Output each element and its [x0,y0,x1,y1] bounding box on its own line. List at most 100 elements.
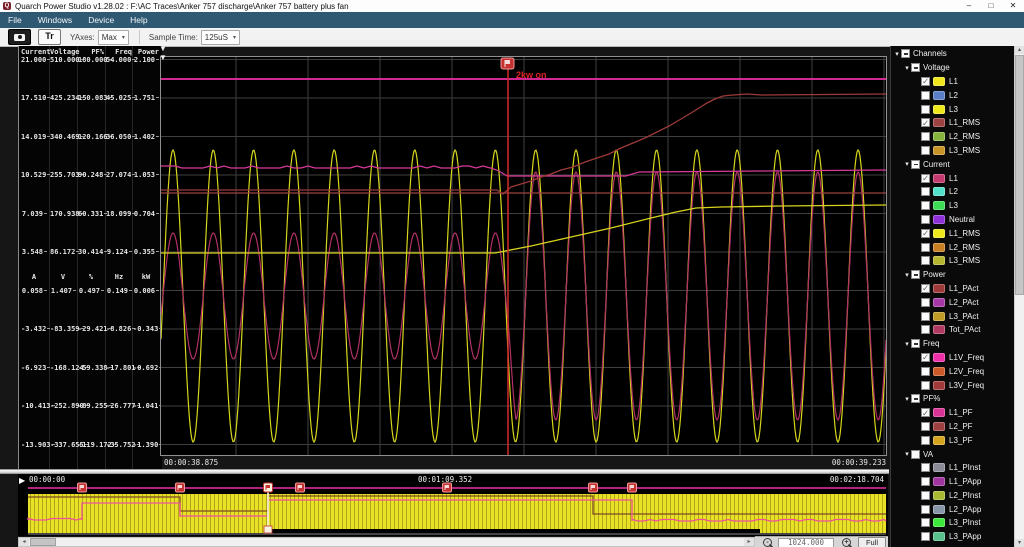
channel-item-pf-l1-pf[interactable]: L1_PF [891,406,1015,420]
channel-checkbox[interactable] [921,242,930,252]
channel-checkbox[interactable] [921,325,930,335]
channel-checkbox[interactable] [921,408,930,419]
overview-marker-flag[interactable] [627,482,637,493]
y-pan-arrow-icon[interactable]: ▼ [159,54,167,62]
channel-item-current-l2[interactable]: L2 [891,185,1015,199]
channel-color-swatch[interactable] [933,352,945,362]
channel-color-swatch[interactable] [933,104,945,114]
close-button[interactable]: ✕ [1002,0,1024,12]
channel-checkbox[interactable] [921,145,930,155]
expand-arrow-icon[interactable]: ▾ [893,50,901,58]
channel-checkbox[interactable] [921,435,930,445]
overview-marker-flag[interactable] [175,482,185,493]
menu-file[interactable]: File [0,12,30,28]
zoom-out-icon[interactable]: - [763,538,772,547]
overview-marker-flag[interactable] [588,482,598,493]
channel-color-swatch[interactable] [933,283,945,293]
channel-checkbox[interactable] [921,76,930,87]
channel-item-voltage-l3[interactable]: L3 [891,102,1015,116]
channel-color-swatch[interactable] [933,214,945,224]
channel-color-swatch[interactable] [933,504,945,514]
channel-checkbox[interactable] [921,118,930,129]
channel-checkbox[interactable] [921,228,930,239]
channel-item-power-l2-pact[interactable]: L2_PAct [891,295,1015,309]
scroll-right-icon[interactable]: ▸ [744,538,754,546]
expand-arrow-icon[interactable]: ▾ [903,450,911,458]
channel-checkbox[interactable] [921,297,930,307]
channel-item-current-l1-rms[interactable]: L1_RMS [891,226,1015,240]
channel-color-swatch[interactable] [933,118,945,128]
channel-item-freq-l2v-freq[interactable]: L2V_Freq [891,364,1015,378]
channel-checkbox[interactable] [921,463,930,473]
channel-item-current-l3-rms[interactable]: L3_RMS [891,254,1015,268]
channel-item-voltage-l3-rms[interactable]: L3_RMS [891,144,1015,158]
channel-group-current[interactable]: ▾ Current [891,157,1015,171]
group-checkbox[interactable] [911,394,920,404]
channel-item-va-l3-papp[interactable]: L3_PApp [891,530,1015,544]
group-checkbox[interactable] [911,339,920,349]
channel-color-swatch[interactable] [933,408,945,418]
channel-item-current-neutral[interactable]: Neutral [891,213,1015,227]
full-view-button[interactable]: Full [858,537,886,547]
overview-marker-flag[interactable] [442,482,452,493]
channel-item-voltage-l2-rms[interactable]: L2_RMS [891,130,1015,144]
channel-item-voltage-l2[interactable]: L2 [891,88,1015,102]
channel-group-channels[interactable]: ▾ Channels [891,47,1015,61]
channel-item-freq-l1v-freq[interactable]: L1V_Freq [891,351,1015,365]
channel-color-swatch[interactable] [933,145,945,155]
channel-color-swatch[interactable] [933,228,945,238]
minimize-button[interactable]: – [958,0,980,12]
channel-item-power-l3-pact[interactable]: L3_PAct [891,309,1015,323]
channel-checkbox[interactable] [921,214,930,224]
channel-group-pf[interactable]: ▾ PF% [891,392,1015,406]
group-checkbox[interactable] [911,449,920,459]
channel-color-swatch[interactable] [933,463,945,473]
menu-device[interactable]: Device [80,12,122,28]
channel-item-current-l1[interactable]: L1 [891,171,1015,185]
channel-checkbox[interactable] [921,90,930,100]
scrollbar-thumb[interactable] [1015,55,1024,295]
channel-color-swatch[interactable] [933,132,945,142]
channel-checkbox[interactable] [921,256,930,266]
channel-item-voltage-l1[interactable]: L1 [891,75,1015,89]
channel-checkbox[interactable] [921,187,930,197]
horizontal-scrollbar[interactable]: ◂ ▸ [18,537,755,547]
channel-checkbox[interactable] [921,380,930,390]
yaxes-dropdown[interactable]: Max ▾ [97,29,129,45]
channel-color-swatch[interactable] [933,477,945,487]
zoom-in-icon[interactable]: + [842,538,851,547]
expand-arrow-icon[interactable]: ▾ [903,395,911,403]
channel-checkbox[interactable] [921,173,930,184]
channel-group-voltage[interactable]: ▾ Voltage [891,61,1015,75]
zoom-level-field[interactable]: 1024.000 [778,537,834,547]
overview-marker-flag[interactable] [295,482,305,493]
group-checkbox[interactable] [911,159,920,169]
channel-item-power-tot-pact[interactable]: Tot_PAct [891,323,1015,337]
channel-group-va[interactable]: ▾ VA [891,447,1015,461]
expand-arrow-icon[interactable]: ▾ [903,64,911,72]
channel-item-pf-l3-pf[interactable]: L3_PF [891,433,1015,447]
channel-color-swatch[interactable] [933,380,945,390]
marker-flag-icon[interactable] [500,57,515,70]
waveform-plot[interactable]: 2kw on [160,56,887,456]
expand-arrow-icon[interactable]: ▾ [903,340,911,348]
channel-checkbox[interactable] [921,311,930,321]
group-checkbox[interactable] [901,49,910,59]
group-checkbox[interactable] [911,63,920,73]
trigger-button[interactable]: Tr [38,29,61,45]
channel-color-swatch[interactable] [933,256,945,266]
channel-color-swatch[interactable] [933,490,945,500]
scrollbar-thumb[interactable] [30,538,56,546]
channel-group-power[interactable]: ▾ Power [891,268,1015,282]
channel-checkbox[interactable] [921,532,930,542]
scroll-left-icon[interactable]: ◂ [19,538,29,546]
expand-arrow-icon[interactable]: ▾ [903,271,911,279]
channel-color-swatch[interactable] [933,325,945,335]
channel-color-swatch[interactable] [933,518,945,528]
channel-item-voltage-l1-rms[interactable]: L1_RMS [891,116,1015,130]
menu-help[interactable]: Help [122,12,155,28]
channel-color-swatch[interactable] [933,242,945,252]
channel-item-current-l3[interactable]: L3 [891,199,1015,213]
group-checkbox[interactable] [911,270,920,280]
channel-checkbox[interactable] [921,366,930,376]
